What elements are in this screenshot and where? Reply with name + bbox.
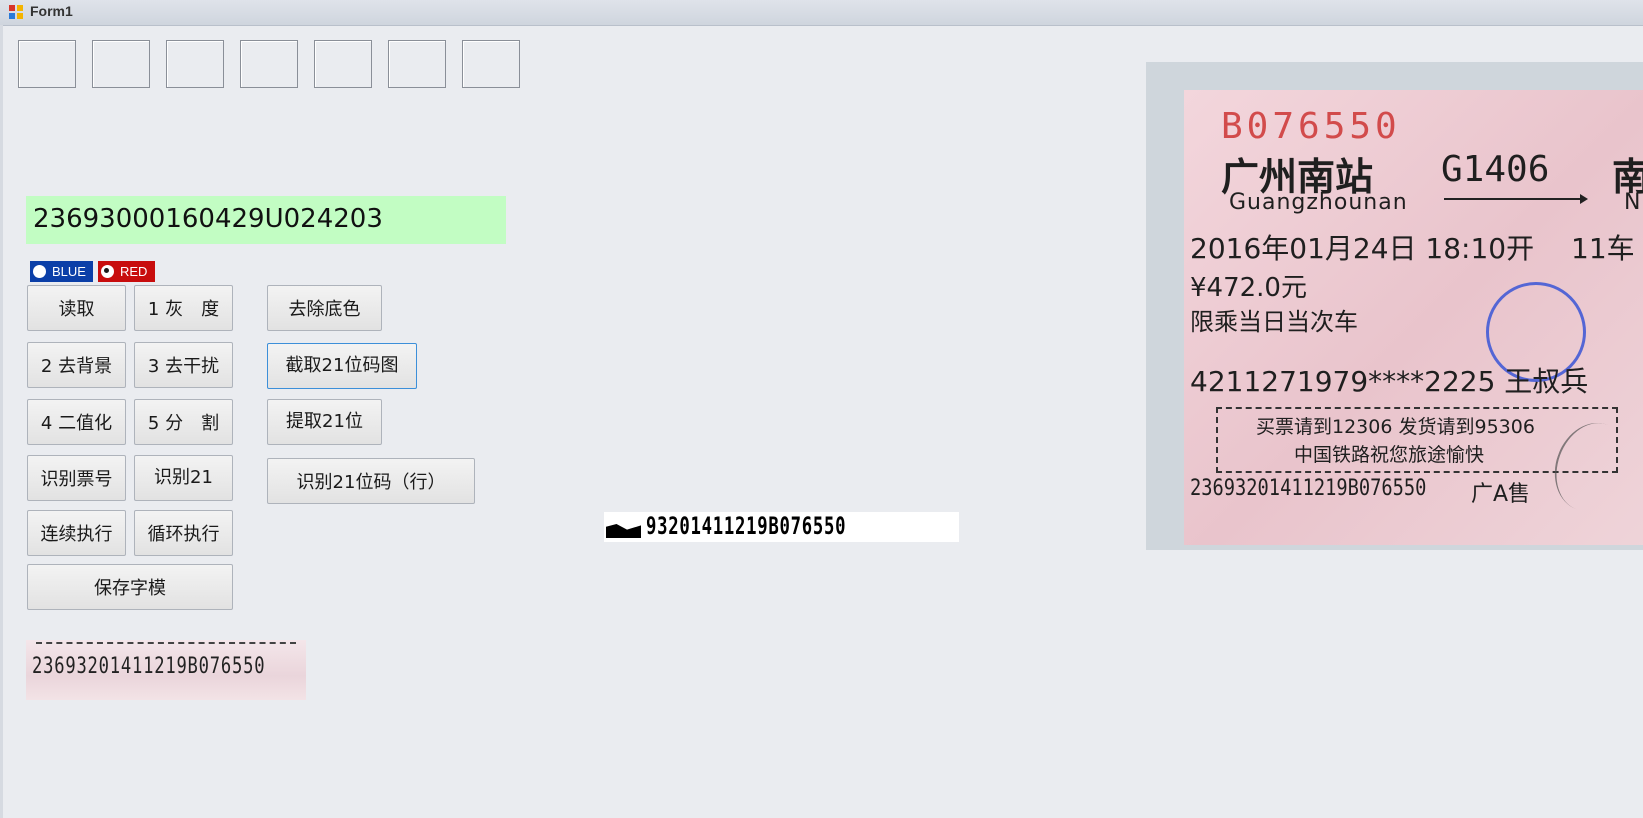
radio-blue-indicator [33,265,46,278]
digit-box-7 [462,40,520,88]
ticket-from-pinyin: Guangzhounan [1229,190,1408,215]
radio-blue[interactable]: BLUE [30,261,93,282]
remove-background-button[interactable]: 2 去背景 [27,342,126,388]
radio-red-label: RED [120,264,148,279]
recognize-21-row-button[interactable]: 识别21位码（行） [267,458,475,504]
digit-box-2 [92,40,150,88]
split-button[interactable]: 5 分 割 [134,399,233,445]
ticket-to-pinyin: N [1624,190,1641,215]
loop-run-button[interactable]: 循环执行 [134,510,233,556]
denoise-button[interactable]: 3 去干扰 [134,342,233,388]
form-app-icon [9,5,23,19]
ticket-image: B076550 广州南站 Guangzhounan G1406 南 N 2016… [1146,62,1643,550]
cropped-code-image: 23693201411219B076550 [26,640,306,700]
ticket-id-line: 4211271979****2225 王叔兵 [1190,365,1589,398]
recognize-21-button[interactable]: 识别21 [134,455,233,501]
binarize-button[interactable]: 4 二值化 [27,399,126,445]
ticket-bottom-station: 广A售 [1471,482,1531,507]
digit-box-6 [388,40,446,88]
digit-box-4 [240,40,298,88]
ticket-notice-line2: 中国铁路祝您旅途愉快 [1294,444,1485,466]
read-button[interactable]: 读取 [27,285,126,331]
digit-box-5 [314,40,372,88]
title-bar: Form1 [0,0,1643,26]
ticket-bottom-code: 23693201411219B076550 [1190,476,1427,501]
ticket-train-no: G1406 [1441,149,1550,190]
ticket-seat: 11车 [1571,232,1635,265]
binarized-code-image: 93201411219B076550 [604,512,959,542]
ticket-serial: B076550 [1221,106,1401,147]
ticket-note: 限乘当日当次车 [1190,308,1358,336]
radio-red[interactable]: RED [98,261,155,282]
continuous-run-button[interactable]: 连续执行 [27,510,126,556]
result-textbox[interactable]: 23693000160429U024203 [26,196,506,244]
save-template-button[interactable]: 保存字模 [27,564,233,610]
binarized-code-text: 93201411219B076550 [646,512,847,540]
cropped-code-dashes [36,642,296,648]
gray-button[interactable]: 1 灰 度 [134,285,233,331]
ticket-direction-arrow-icon [1444,194,1588,204]
radio-blue-label: BLUE [52,264,86,279]
ticket-notice-line1: 买票请到12306 发货请到95306 [1256,416,1535,438]
crop-21-button[interactable]: 截取21位码图 [267,343,417,389]
ticket-price: ¥472.0元 [1190,273,1307,303]
remove-bg-color-button[interactable]: 去除底色 [267,285,382,331]
ticket-datetime: 2016年01月24日 18:10开 [1190,232,1535,265]
extract-21-button[interactable]: 提取21位 [267,399,382,445]
digit-box-1 [18,40,76,88]
recognize-ticket-no-button[interactable]: 识别票号 [27,455,126,501]
window-title: Form1 [30,3,73,19]
window-left-border [0,25,3,818]
digit-box-3 [166,40,224,88]
binarized-noise-blob [606,524,641,538]
cropped-code-text: 23693201411219B076550 [32,654,266,679]
radio-red-indicator [101,265,114,278]
